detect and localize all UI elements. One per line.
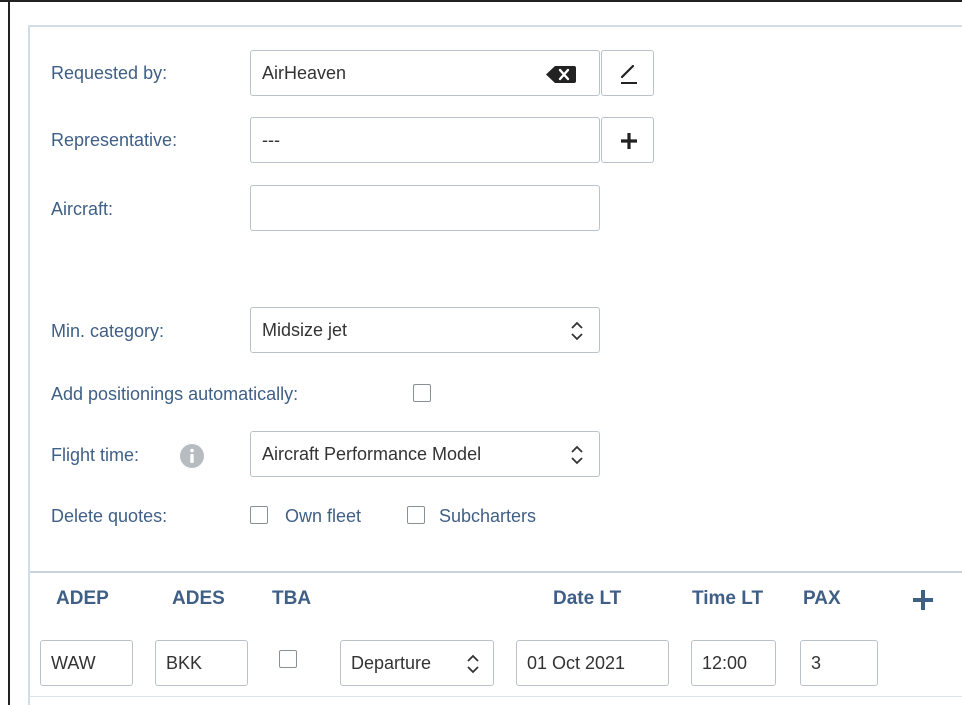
min-category-value: Midsize jet <box>262 320 348 340</box>
header-time-lt: Time LT <box>692 588 764 609</box>
edit-requester-button[interactable] <box>601 50 654 96</box>
header-ades: ADES <box>172 588 225 609</box>
time-lt-input[interactable]: 12:00 <box>691 640 776 686</box>
header-tba: TBA <box>272 588 312 609</box>
add-representative-button[interactable] <box>601 117 654 163</box>
requested-by-field[interactable]: AirHeaven <box>250 50 600 96</box>
leg-type-value: Departure <box>351 653 432 673</box>
requested-by-value: AirHeaven <box>262 63 347 83</box>
clear-icon[interactable] <box>546 66 576 83</box>
flight-time-label: Flight time: <box>51 445 140 465</box>
window-top-border <box>0 0 962 2</box>
representative-label: Representative: <box>51 130 178 150</box>
subcharters-label: Subcharters <box>439 506 537 526</box>
flight-time-select[interactable]: Aircraft Performance Model <box>250 431 600 477</box>
pax-input[interactable]: 3 <box>800 640 878 686</box>
info-icon[interactable] <box>180 444 204 468</box>
adep-input[interactable]: WAW <box>40 640 133 686</box>
date-lt-input[interactable]: 01 Oct 2021 <box>516 640 669 686</box>
representative-value: --- <box>262 130 280 150</box>
header-pax: PAX <box>803 588 841 609</box>
add-positionings-checkbox[interactable] <box>413 384 431 402</box>
ades-value: BKK <box>166 653 203 673</box>
plus-icon <box>621 133 637 149</box>
adep-value: WAW <box>51 653 96 673</box>
tba-checkbox[interactable] <box>279 650 297 668</box>
ades-input[interactable]: BKK <box>155 640 248 686</box>
header-adep: ADEP <box>56 588 109 609</box>
table-top-divider <box>30 571 962 573</box>
updown-icon <box>571 445 583 465</box>
header-date-lt: Date LT <box>553 588 622 609</box>
panel-top-border <box>30 25 962 27</box>
time-lt-value: 12:00 <box>702 653 748 673</box>
pax-value: 3 <box>811 653 822 673</box>
updown-icon <box>467 654 479 674</box>
min-category-label: Min. category: <box>51 321 165 341</box>
edit-icon <box>620 64 637 84</box>
representative-field[interactable]: --- <box>250 117 600 163</box>
aircraft-label: Aircraft: <box>51 199 114 219</box>
panel-left-border <box>28 25 30 705</box>
leg-type-select[interactable]: Departure <box>340 640 494 686</box>
add-leg-icon[interactable] <box>911 588 935 612</box>
window-left-border <box>8 0 10 705</box>
table-bottom-divider <box>30 696 962 697</box>
aircraft-input[interactable] <box>250 185 600 231</box>
flight-time-value: Aircraft Performance Model <box>262 444 482 464</box>
requested-by-label: Requested by: <box>51 63 168 83</box>
add-positionings-label: Add positionings automatically: <box>51 384 299 404</box>
own-fleet-checkbox[interactable] <box>250 506 268 524</box>
updown-icon <box>571 321 583 341</box>
own-fleet-label: Own fleet <box>285 506 362 526</box>
date-lt-value: 01 Oct 2021 <box>527 653 626 673</box>
delete-quotes-label: Delete quotes: <box>51 506 168 526</box>
subcharters-checkbox[interactable] <box>407 506 425 524</box>
min-category-select[interactable]: Midsize jet <box>250 307 600 353</box>
